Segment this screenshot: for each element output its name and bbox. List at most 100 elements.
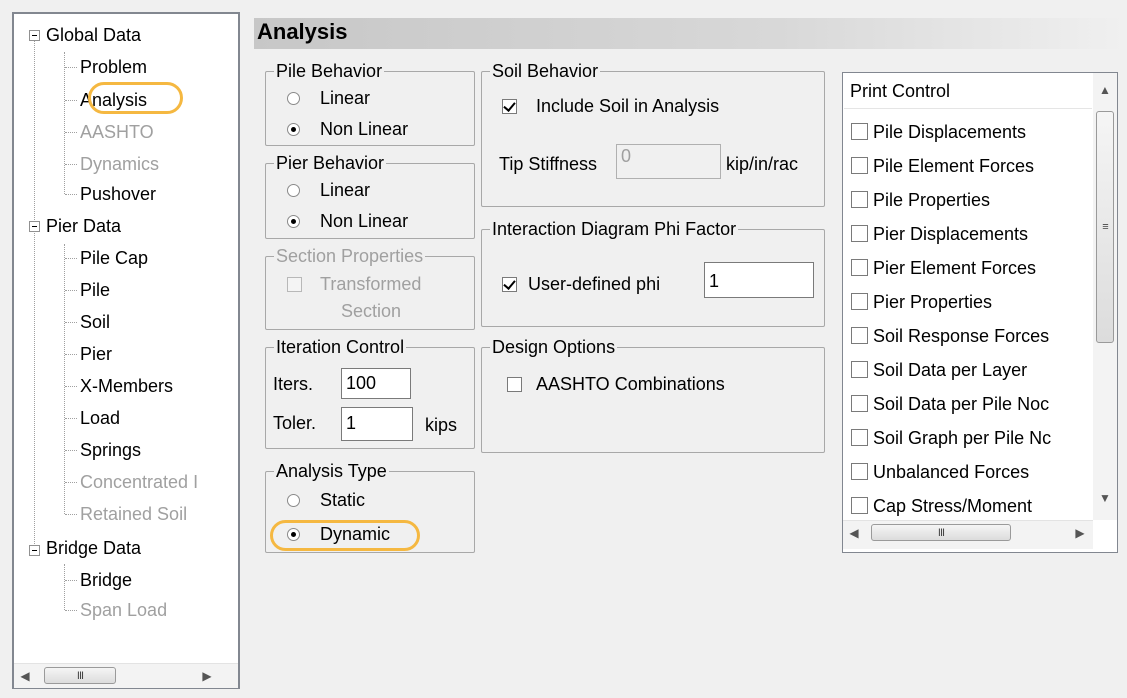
print-item-label: Unbalanced Forces: [873, 462, 1030, 482]
print-control-title: Print Control: [850, 81, 951, 101]
pier-nonlinear-label[interactable]: Non Linear: [320, 210, 408, 232]
toler-input[interactable]: 1: [341, 407, 413, 441]
print-scroll-left-icon[interactable]: ◀: [843, 521, 865, 545]
tree-node-soil[interactable]: Soil: [80, 310, 110, 334]
print-item-checkbox[interactable]: [851, 123, 868, 140]
pile-behavior-legend: Pile Behavior: [274, 60, 385, 82]
tree-node-concentrated[interactable]: Concentrated I: [80, 470, 198, 494]
print-item-checkbox[interactable]: [851, 157, 868, 174]
print-item[interactable]: Pile Properties: [851, 189, 1095, 211]
print-scroll-right-icon[interactable]: ▶: [1069, 521, 1091, 545]
tree-node-retained-soil[interactable]: Retained Soil: [80, 502, 187, 526]
print-item[interactable]: Soil Response Forces: [851, 325, 1095, 347]
collapse-pier-data-icon[interactable]: [29, 221, 40, 232]
tree-node-pier[interactable]: Pier: [80, 342, 112, 366]
include-soil-checkbox[interactable]: [502, 99, 517, 114]
page-title: Analysis: [257, 19, 348, 44]
tree-node-pile-cap[interactable]: Pile Cap: [80, 246, 148, 270]
user-defined-phi-label[interactable]: User-defined phi: [528, 273, 660, 295]
print-item-label: Soil Graph per Pile Nc: [873, 428, 1052, 448]
print-item-label: Pier Element Forces: [873, 258, 1037, 278]
print-item-checkbox[interactable]: [851, 395, 868, 412]
print-item[interactable]: Pile Element Forces: [851, 155, 1095, 177]
aashto-combinations-label[interactable]: AASHTO Combinations: [536, 373, 725, 395]
tree-node-global-data[interactable]: Global Data: [46, 23, 141, 47]
section-properties-legend: Section Properties: [274, 245, 426, 267]
print-item-checkbox[interactable]: [851, 497, 868, 514]
print-item[interactable]: Pier Element Forces: [851, 257, 1095, 279]
tree-node-span-load[interactable]: Span Load: [80, 598, 167, 622]
print-control-header[interactable]: Print Control: [844, 74, 1092, 109]
tree-node-problem[interactable]: Problem: [80, 55, 147, 79]
print-item-checkbox[interactable]: [851, 293, 868, 310]
tree-horizontal-scrollbar[interactable]: ◀ III ▶: [14, 663, 238, 688]
tree-node-pushover[interactable]: Pushover: [80, 182, 156, 206]
scroll-up-icon[interactable]: ▲: [1093, 73, 1117, 107]
tree-node-bridge-data[interactable]: Bridge Data: [46, 536, 141, 560]
scroll-down-icon[interactable]: ▼: [1093, 481, 1117, 515]
pile-behavior-group: Pile Behavior Linear Non Linear: [265, 60, 475, 146]
tip-stiffness-unit: kip/in/rac: [726, 154, 799, 174]
aashto-combinations-checkbox[interactable]: [507, 377, 522, 392]
scroll-thumb[interactable]: III: [44, 667, 116, 684]
print-item[interactable]: Unbalanced Forces: [851, 461, 1095, 483]
print-item-checkbox[interactable]: [851, 463, 868, 480]
pile-nonlinear-label[interactable]: Non Linear: [320, 118, 408, 140]
pier-linear-label[interactable]: Linear: [320, 179, 370, 201]
print-item-checkbox[interactable]: [851, 259, 868, 276]
iters-input[interactable]: 100: [341, 368, 411, 399]
tree-node-load[interactable]: Load: [80, 406, 120, 430]
scroll-right-icon[interactable]: ▶: [196, 664, 218, 688]
phi-input[interactable]: 1: [704, 262, 814, 298]
print-item[interactable]: Soil Graph per Pile Nc: [851, 427, 1095, 449]
tree-node-dynamics[interactable]: Dynamics: [80, 152, 159, 176]
tree-node-x-members[interactable]: X-Members: [80, 374, 173, 398]
print-item[interactable]: Soil Data per Layer: [851, 359, 1095, 381]
tree-node-springs[interactable]: Springs: [80, 438, 141, 462]
iters-label: Iters.: [273, 374, 314, 394]
print-item[interactable]: Pile Displacements: [851, 121, 1095, 143]
print-item-checkbox[interactable]: [851, 191, 868, 208]
print-item-checkbox[interactable]: [851, 225, 868, 242]
collapse-bridge-data-icon[interactable]: [29, 545, 40, 556]
print-control-list[interactable]: Print Control Pile Displacements Pile Ele…: [842, 72, 1118, 553]
pier-nonlinear-radio[interactable]: [287, 215, 300, 228]
print-item[interactable]: Pier Displacements: [851, 223, 1095, 245]
pile-linear-label[interactable]: Linear: [320, 87, 370, 109]
print-item-label: Soil Response Forces: [873, 326, 1050, 346]
scroll-left-icon[interactable]: ◀: [14, 664, 36, 688]
print-item[interactable]: Soil Data per Pile Noc: [851, 393, 1095, 415]
print-item-checkbox[interactable]: [851, 327, 868, 344]
collapse-global-data-icon[interactable]: [29, 30, 40, 41]
transformed-section-checkbox[interactable]: [287, 277, 302, 292]
print-hscroll-thumb[interactable]: III: [871, 524, 1011, 541]
static-label[interactable]: Static: [320, 489, 365, 511]
pier-behavior-legend: Pier Behavior: [274, 152, 387, 174]
print-item[interactable]: Cap Stress/Moment: [851, 495, 1095, 517]
analysis-type-legend: Analysis Type: [274, 460, 389, 482]
print-vscroll-thumb[interactable]: ≡: [1096, 111, 1114, 343]
pile-nonlinear-radio[interactable]: [287, 123, 300, 136]
tree-node-pier-data[interactable]: Pier Data: [46, 214, 121, 238]
print-horizontal-scrollbar[interactable]: ◀ III ▶: [843, 520, 1093, 549]
user-defined-phi-checkbox[interactable]: [502, 277, 517, 292]
static-radio[interactable]: [287, 494, 300, 507]
print-item[interactable]: Pier Properties: [851, 291, 1095, 313]
pier-linear-radio[interactable]: [287, 184, 300, 197]
iteration-control-legend: Iteration Control: [274, 336, 407, 358]
soil-behavior-group: Soil Behavior Include Soil in Analysis T…: [481, 60, 825, 207]
print-item-checkbox[interactable]: [851, 429, 868, 446]
dynamic-highlight-annotation: [270, 520, 420, 551]
design-options-group: Design Options AASHTO Combinations: [481, 336, 825, 453]
print-vertical-scrollbar[interactable]: ▲ ≡ ▼: [1093, 73, 1117, 520]
pier-behavior-group: Pier Behavior Linear Non Linear: [265, 152, 475, 239]
print-item-label: Pile Element Forces: [873, 156, 1035, 176]
print-item-checkbox[interactable]: [851, 361, 868, 378]
tree-node-pile[interactable]: Pile: [80, 278, 110, 302]
tip-stiffness-input[interactable]: 0: [616, 144, 721, 179]
transformed-label: Transformed: [320, 274, 422, 294]
tree-node-bridge[interactable]: Bridge: [80, 568, 132, 592]
include-soil-label[interactable]: Include Soil in Analysis: [536, 95, 719, 117]
pile-linear-radio[interactable]: [287, 92, 300, 105]
tree-node-aashto[interactable]: AASHTO: [80, 120, 154, 144]
